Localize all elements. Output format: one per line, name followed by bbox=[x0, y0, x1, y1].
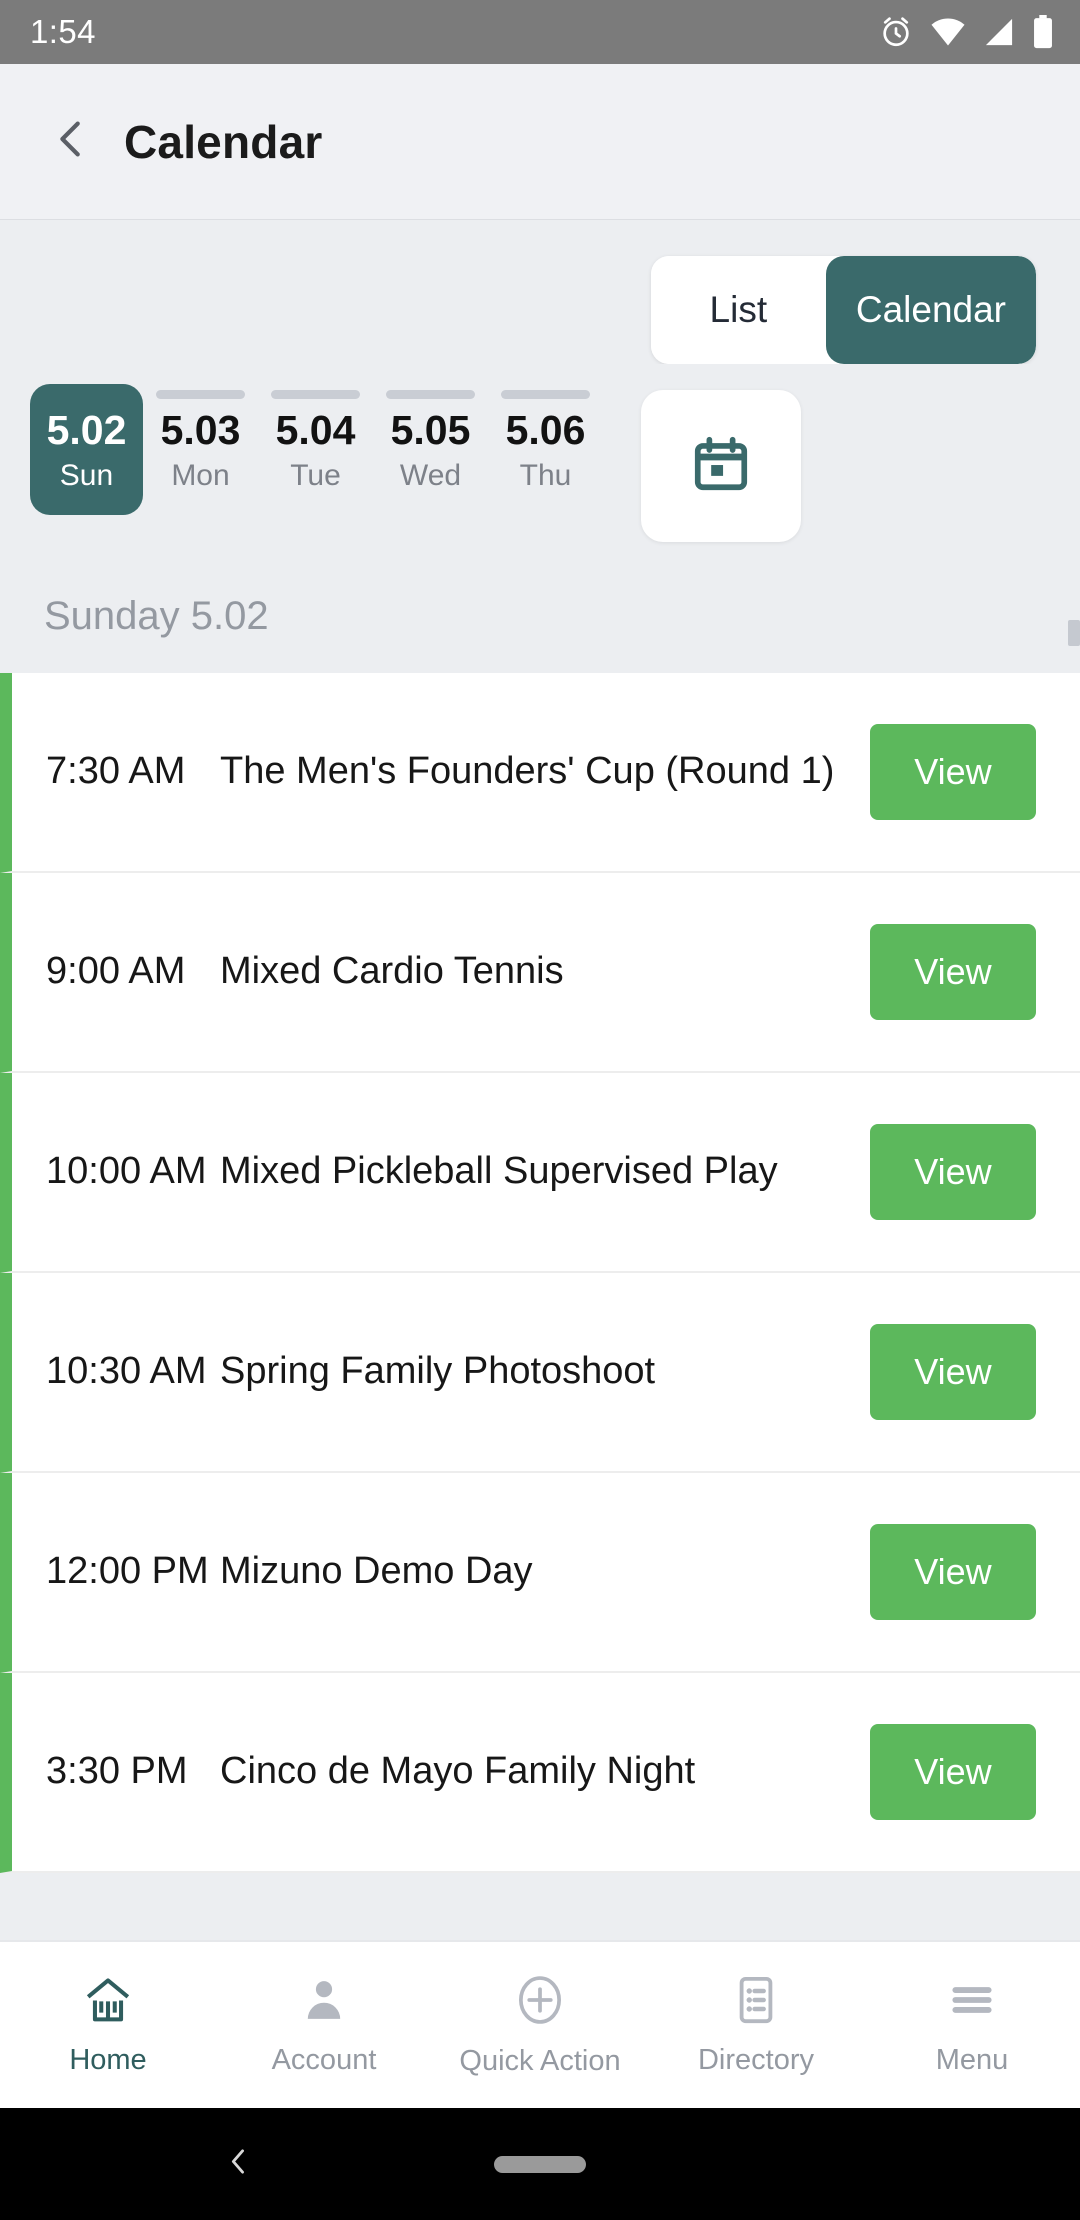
table-row[interactable]: 10:30 AM Spring Family Photoshoot View bbox=[0, 1273, 1080, 1473]
date-weekday: Sun bbox=[59, 459, 114, 493]
home-icon bbox=[81, 1973, 135, 2032]
hamburger-icon bbox=[945, 1973, 999, 2032]
wifi-icon bbox=[930, 17, 966, 47]
date-number: 5.04 bbox=[275, 407, 356, 453]
table-row[interactable]: 9:00 AM Mixed Cardio Tennis View bbox=[0, 873, 1080, 1073]
day-header: Sunday 5.02 bbox=[0, 572, 1080, 673]
view-button[interactable]: View bbox=[870, 1724, 1036, 1820]
status-bar: 1:54 bbox=[0, 0, 1080, 64]
alarm-icon bbox=[879, 15, 913, 49]
event-title: Mixed Pickleball Supervised Play bbox=[220, 1150, 778, 1193]
table-row[interactable]: 12:00 PM Mizuno Demo Day View bbox=[0, 1473, 1080, 1673]
date-indicator-bar bbox=[501, 390, 590, 399]
view-toggle-container: List Calendar bbox=[0, 220, 1080, 364]
date-number: 5.02 bbox=[46, 407, 127, 453]
plus-circle-icon bbox=[512, 1972, 568, 2033]
view-button[interactable]: View bbox=[870, 924, 1036, 1020]
event-time: 10:00 AM bbox=[46, 1150, 207, 1193]
date-weekday: Tue bbox=[290, 459, 341, 493]
battery-icon bbox=[1032, 15, 1054, 49]
date-chip-mon[interactable]: 5.03 Mon bbox=[143, 390, 258, 495]
tab-calendar[interactable]: Calendar bbox=[825, 256, 1036, 364]
event-title: Mixed Cardio Tennis bbox=[220, 950, 564, 993]
nav-label: Menu bbox=[935, 2044, 1009, 2076]
nav-item-account[interactable]: Account bbox=[216, 1973, 432, 2077]
view-button[interactable]: View bbox=[870, 1524, 1036, 1620]
view-toggle: List Calendar bbox=[650, 256, 1036, 364]
android-home-pill[interactable] bbox=[494, 2155, 586, 2173]
event-time: 3:30 PM bbox=[46, 1750, 188, 1793]
date-weekday: Thu bbox=[519, 459, 572, 493]
event-list: 7:30 AM The Men's Founders' Cup (Round 1… bbox=[0, 673, 1080, 1873]
date-number: 5.06 bbox=[505, 407, 586, 453]
date-indicator-bar bbox=[271, 390, 360, 399]
scrollbar-thumb[interactable] bbox=[1068, 620, 1080, 646]
android-back-icon[interactable] bbox=[222, 2145, 256, 2184]
back-button[interactable] bbox=[34, 105, 108, 179]
date-weekday: Mon bbox=[171, 459, 230, 493]
nav-label: Directory bbox=[697, 2044, 814, 2076]
table-row[interactable]: 10:00 AM Mixed Pickleball Supervised Pla… bbox=[0, 1073, 1080, 1273]
event-time: 12:00 PM bbox=[46, 1550, 209, 1593]
status-clock: 1:54 bbox=[30, 13, 96, 50]
nav-label: Account bbox=[271, 2044, 377, 2076]
list-bottom-spacer bbox=[0, 1873, 1080, 1897]
nav-item-home[interactable]: Home bbox=[0, 1973, 216, 2077]
nav-item-menu[interactable]: Menu bbox=[864, 1973, 1080, 2077]
nav-label: Quick Action bbox=[459, 2045, 621, 2077]
calendar-icon bbox=[690, 433, 752, 500]
view-button[interactable]: View bbox=[870, 724, 1036, 820]
date-chip-wed[interactable]: 5.05 Wed bbox=[373, 390, 488, 495]
phone-screen: 1:54 Calendar List Calendar 5.02 Sun 5.0… bbox=[0, 0, 1080, 2220]
date-chip-tue[interactable]: 5.04 Tue bbox=[258, 390, 373, 495]
person-icon bbox=[297, 1973, 351, 2032]
date-number: 5.05 bbox=[390, 407, 471, 453]
date-picker-button[interactable] bbox=[641, 390, 801, 542]
event-title: The Men's Founders' Cup (Round 1) bbox=[220, 750, 835, 793]
bottom-navigation: Home Account Quick Action Directory Menu bbox=[0, 1940, 1080, 2108]
table-row[interactable]: 7:30 AM The Men's Founders' Cup (Round 1… bbox=[0, 673, 1080, 873]
date-indicator-bar bbox=[156, 390, 245, 399]
view-button[interactable]: View bbox=[870, 1124, 1036, 1220]
status-icon-group bbox=[879, 15, 1054, 49]
nav-item-directory[interactable]: Directory bbox=[648, 1973, 864, 2077]
event-time: 7:30 AM bbox=[46, 750, 186, 793]
nav-label: Home bbox=[69, 2044, 147, 2076]
list-doc-icon bbox=[729, 1973, 783, 2032]
date-chip-thu[interactable]: 5.06 Thu bbox=[488, 390, 603, 495]
cell-signal-icon bbox=[983, 17, 1015, 47]
date-indicator-bar bbox=[386, 390, 475, 399]
nav-item-quick-action[interactable]: Quick Action bbox=[432, 1972, 648, 2078]
page-title: Calendar bbox=[124, 115, 323, 168]
event-time: 9:00 AM bbox=[46, 950, 186, 993]
table-row[interactable]: 3:30 PM Cinco de Mayo Family Night View bbox=[0, 1673, 1080, 1873]
event-time: 10:30 AM bbox=[46, 1350, 207, 1393]
event-title: Cinco de Mayo Family Night bbox=[220, 1750, 696, 1793]
date-chip-sun[interactable]: 5.02 Sun bbox=[30, 384, 143, 516]
view-button[interactable]: View bbox=[870, 1324, 1036, 1420]
date-strip: 5.02 Sun 5.03 Mon 5.04 Tue 5.05 Wed 5.06… bbox=[0, 364, 1080, 572]
date-number: 5.03 bbox=[160, 407, 241, 453]
event-title: Mizuno Demo Day bbox=[220, 1550, 533, 1593]
chevron-left-icon bbox=[48, 116, 94, 167]
date-weekday: Wed bbox=[399, 459, 462, 493]
android-navigation-bar bbox=[0, 2108, 1080, 2220]
tab-list[interactable]: List bbox=[650, 256, 826, 364]
app-bar: Calendar bbox=[0, 64, 1080, 220]
event-title: Spring Family Photoshoot bbox=[220, 1350, 656, 1393]
